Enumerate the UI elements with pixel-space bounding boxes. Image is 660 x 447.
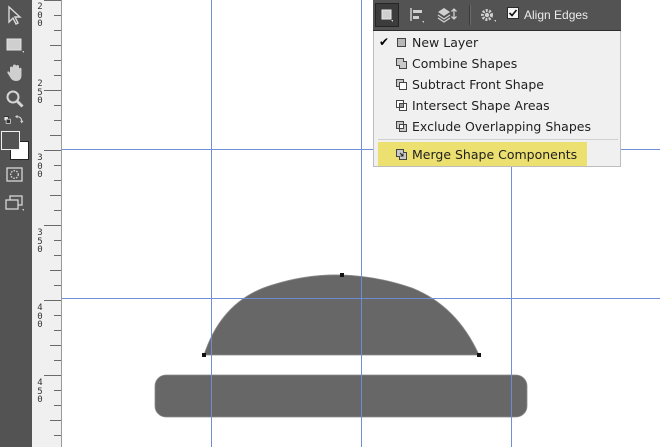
quick-mask-icon[interactable] [4, 166, 26, 184]
anchor-point [202, 353, 206, 357]
rectangle-tool-icon[interactable] [4, 34, 26, 56]
subtract-front-shape-icon [396, 79, 407, 90]
new-layer-icon [397, 38, 406, 47]
checkmark-icon: ✔ [379, 35, 390, 49]
menu-item-label: Subtract Front Shape [412, 77, 544, 92]
path-operations-menu: ✔ New Layer Combine Shapes Subtract Fron… [373, 31, 621, 167]
menu-item-intersect-shape-areas[interactable]: Intersect Shape Areas [374, 96, 620, 115]
path-operations-icon [381, 9, 393, 22]
align-edges-label[interactable]: Align Edges [524, 8, 588, 22]
anchor-point [340, 273, 344, 277]
path-arrangement-button[interactable] [435, 3, 461, 27]
menu-item-label: New Layer [412, 35, 479, 50]
tools-panel [0, 0, 33, 447]
screen-mode-icon[interactable] [4, 192, 26, 214]
geometry-options-button[interactable] [476, 3, 500, 27]
rounded-rectangle-shape [154, 374, 528, 418]
ruler-label: 250 [37, 79, 43, 107]
options-bar: Align Edges [373, 0, 621, 31]
hand-tool-icon[interactable] [4, 62, 26, 84]
gear-icon [481, 9, 496, 22]
menu-item-label: Merge Shape Components [412, 147, 578, 162]
menu-item-subtract-front-shape[interactable]: Subtract Front Shape [374, 75, 620, 94]
ruler-label: 450 [37, 378, 43, 406]
path-alignment-icon [410, 8, 424, 23]
zoom-tool-icon[interactable] [4, 88, 26, 110]
merge-shape-components-icon [396, 149, 407, 160]
menu-item-merge-shape-components[interactable]: Merge Shape Components [378, 142, 587, 166]
foreground-color-swatch[interactable] [1, 131, 20, 150]
ruler-label: 400 [37, 303, 43, 331]
checkmark-icon [508, 9, 518, 17]
menu-item-label: Combine Shapes [412, 56, 518, 71]
ruler-label: 350 [37, 228, 43, 256]
move-arrow-icon[interactable] [4, 4, 26, 26]
ruler-label: 200 [37, 2, 43, 30]
half-ellipse-shape [203, 274, 480, 356]
ruler-label: 300 [37, 153, 43, 181]
menu-item-label: Intersect Shape Areas [412, 98, 550, 113]
intersect-shape-areas-icon [396, 100, 407, 111]
options-separator [469, 5, 471, 25]
exclude-overlapping-shapes-icon [396, 121, 407, 132]
menu-item-combine-shapes[interactable]: Combine Shapes [374, 54, 620, 73]
vertical-ruler: 200 250 300 350 400 450 [32, 0, 62, 447]
menu-separator [378, 139, 618, 140]
anchor-point [477, 353, 481, 357]
menu-item-label: Exclude Overlapping Shapes [412, 119, 591, 134]
path-alignment-button[interactable] [405, 3, 429, 27]
combine-shapes-icon [396, 58, 407, 69]
align-edges-checkbox[interactable] [507, 7, 519, 19]
menu-item-new-layer[interactable]: ✔ New Layer [374, 33, 620, 52]
swap-colors-icon[interactable] [4, 112, 26, 128]
menu-item-exclude-overlapping-shapes[interactable]: Exclude Overlapping Shapes [374, 117, 620, 136]
path-arrangement-icon [437, 8, 457, 23]
path-operations-button[interactable] [375, 3, 399, 27]
